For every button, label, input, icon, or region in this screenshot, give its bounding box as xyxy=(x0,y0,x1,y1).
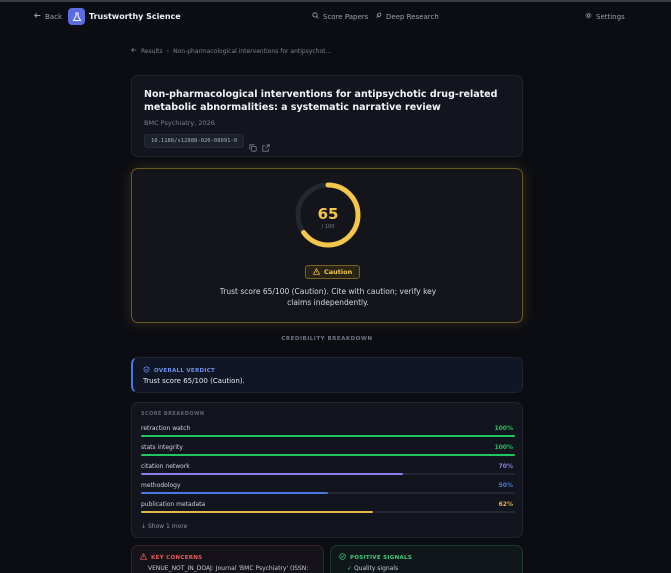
signal-item: ✓ Quality signals xyxy=(347,565,398,572)
breakdown-row-label: citation network xyxy=(141,463,190,470)
check-circle-icon xyxy=(339,553,346,562)
breakdown-row-fill xyxy=(141,454,515,456)
nav-deep-research-label: Deep Research xyxy=(386,12,439,21)
gear-icon xyxy=(585,12,592,21)
rocket-icon xyxy=(375,12,382,21)
verdict-text: Trust score 65/100 (Caution). xyxy=(143,377,245,385)
breakdown-row-track xyxy=(141,435,515,437)
concerns-heading-label: KEY CONCERNS xyxy=(151,554,203,561)
breakdown-row-track xyxy=(141,492,515,494)
breakdown-row-fill xyxy=(141,473,403,475)
search-icon xyxy=(312,12,319,21)
back-label: Back xyxy=(45,12,62,21)
breakdown-row-fill xyxy=(141,511,373,513)
breakdown-row-value: 70% xyxy=(498,463,513,470)
brand-name: Trustworthy Science xyxy=(89,12,181,21)
verdict-heading: OVERALL VERDICT xyxy=(143,366,215,375)
score-breakdown-card: SCORE BREAKDOWN retraction watch 100% st… xyxy=(131,402,523,538)
warning-icon xyxy=(312,267,321,277)
overall-verdict-card: OVERALL VERDICT Trust score 65/100 (Caut… xyxy=(131,357,523,393)
breadcrumb-current: Non-pharmacological interventions for an… xyxy=(173,47,332,55)
nav-settings-label: Settings xyxy=(596,12,625,21)
show-more-label: Show 1 more xyxy=(147,523,188,530)
breadcrumb: Results › Non-pharmacological interventi… xyxy=(131,47,331,55)
breakdown-row-label: retraction watch xyxy=(141,425,191,432)
breakdown-row-track xyxy=(141,511,515,513)
caution-label: Caution xyxy=(324,268,353,276)
arrow-down-icon: ↓ xyxy=(141,523,147,530)
show-more-button[interactable]: ↓ Show 1 more xyxy=(141,523,187,530)
back-button[interactable]: Back xyxy=(34,12,62,21)
score-summary: Trust score 65/100 (Caution). Cite with … xyxy=(219,287,437,307)
signal-item-label: Quality signals xyxy=(353,565,399,572)
breakdown-row-value: 50% xyxy=(498,482,513,489)
signals-heading-label: POSITIVE SIGNALS xyxy=(350,554,413,561)
arrow-left-icon xyxy=(131,47,137,55)
arrow-left-icon xyxy=(34,12,41,21)
concern-item: VENUE_NOT_IN_DOAJ: Journal 'BMC Psychiat… xyxy=(148,565,309,572)
breakdown-row-track xyxy=(141,454,515,456)
score-denominator: / 100 xyxy=(321,224,335,230)
positive-signals-card: POSITIVE SIGNALS ✓ Quality signals xyxy=(330,545,523,573)
breakdown-row-label: publication metadata xyxy=(141,501,206,508)
flask-icon xyxy=(72,7,82,26)
breakdown-row-label: methodology xyxy=(141,482,181,489)
signals-heading: POSITIVE SIGNALS xyxy=(339,553,412,562)
nav-deep-research[interactable]: Deep Research xyxy=(375,12,439,21)
breakdown-row-label: stats integrity xyxy=(141,444,183,451)
nav-settings[interactable]: Settings xyxy=(585,12,625,21)
section-label: CREDIBILITY BREAKDOWN xyxy=(281,336,373,342)
score-value: 65 xyxy=(317,205,339,223)
shield-check-icon xyxy=(143,366,150,375)
app-logo[interactable] xyxy=(68,8,85,25)
external-link-icon[interactable] xyxy=(262,137,270,152)
breakdown-row-track xyxy=(141,473,515,475)
key-concerns-card: KEY CONCERNS VENUE_NOT_IN_DOAJ: Journal … xyxy=(131,545,324,573)
doi-badge[interactable]: 10.1186/s12888-026-08091-0 xyxy=(144,134,245,148)
alert-triangle-icon xyxy=(139,552,148,562)
verdict-heading-label: OVERALL VERDICT xyxy=(154,367,216,374)
top-bar: Back Trustworthy Science Score Papers De… xyxy=(0,2,671,30)
breakdown-heading: SCORE BREAKDOWN xyxy=(141,411,205,417)
copy-icon[interactable] xyxy=(249,137,257,152)
breadcrumb-results[interactable]: Results xyxy=(141,48,163,55)
nav-score-papers[interactable]: Score Papers xyxy=(312,12,368,21)
concerns-heading: KEY CONCERNS xyxy=(139,552,203,562)
trust-score-card: 65 / 100 Caution Trust score 65/100 (Cau… xyxy=(131,168,523,323)
breakdown-row-value: 100% xyxy=(494,444,513,451)
caution-badge: Caution xyxy=(305,265,361,279)
breadcrumb-separator: › xyxy=(166,47,170,55)
breakdown-row-fill xyxy=(141,435,515,437)
breakdown-row-value: 62% xyxy=(498,501,513,508)
check-icon: ✓ xyxy=(347,565,354,572)
paper-card: Non-pharmacological interventions for an… xyxy=(131,75,523,157)
paper-title: Non-pharmacological interventions for an… xyxy=(144,89,498,113)
nav-score-papers-label: Score Papers xyxy=(323,12,369,21)
paper-venue: BMC Psychiatry, 2026 xyxy=(144,119,215,127)
breakdown-row-fill xyxy=(141,492,328,494)
breakdown-row-value: 100% xyxy=(494,425,513,432)
